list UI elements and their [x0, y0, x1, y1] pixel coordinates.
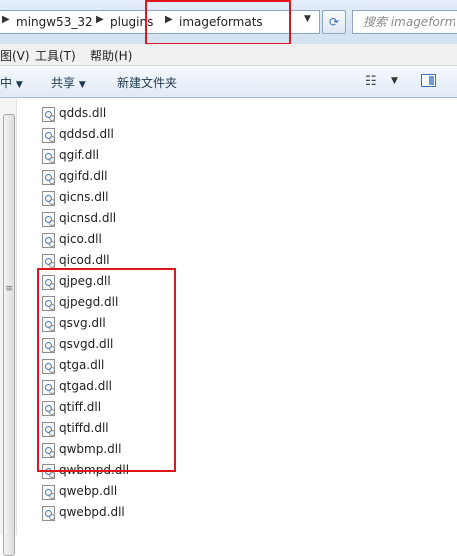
dll-file-icon [42, 233, 55, 248]
new-folder-button[interactable]: 新建文件夹 [117, 74, 177, 91]
share-button[interactable]: 共享 ▼ [51, 74, 86, 91]
list-item[interactable]: qgif.dll [42, 146, 172, 166]
file-name: qicnsd.dll [59, 211, 117, 225]
dll-file-icon [42, 506, 55, 521]
view-options-icon[interactable]: ☷ [365, 74, 377, 89]
dll-file-icon [42, 191, 55, 206]
file-name: qicod.dll [59, 253, 110, 267]
chevron-right-icon[interactable]: ▶ [2, 14, 10, 25]
list-item[interactable]: qgifd.dll [42, 167, 172, 187]
scrollbar-grip-icon: ≡ [5, 284, 13, 294]
menu-help[interactable]: 帮助(H) [90, 47, 132, 64]
file-name: qwebpd.dll [59, 505, 125, 519]
address-dropdown-icon[interactable]: ▼ [304, 14, 311, 24]
address-bar-area: ▶ mingw53_32 ▶ plugins ▶ imageformats ▼ … [0, 0, 457, 45]
dll-file-icon [42, 485, 55, 500]
menu-bar: 图(V) 工具(T) 帮助(H) [0, 44, 457, 66]
file-name: qddsd.dll [59, 127, 114, 141]
list-item[interactable]: qwebp.dll [42, 482, 172, 502]
vertical-scrollbar[interactable]: ≡ [0, 98, 17, 556]
list-item[interactable]: qdds.dll [42, 104, 172, 124]
organize-button[interactable]: 中 ▼ [0, 74, 23, 91]
dll-file-icon [42, 254, 55, 269]
refresh-icon: ⟳ [328, 15, 340, 29]
file-name: qico.dll [59, 232, 102, 246]
scrollbar-thumb[interactable]: ≡ [3, 114, 15, 556]
dll-file-icon [42, 170, 55, 185]
list-item[interactable]: qicnsd.dll [42, 209, 172, 229]
menu-view[interactable]: 图(V) [0, 47, 30, 64]
preview-pane-icon[interactable] [421, 74, 436, 87]
command-bar: 中 ▼ 共享 ▼ 新建文件夹 ☷ ▼ [0, 66, 457, 98]
share-label: 共享 [51, 76, 76, 90]
dll-file-icon [42, 149, 55, 164]
file-name: qdds.dll [59, 106, 107, 120]
file-name: qwebp.dll [59, 484, 118, 498]
breadcrumb-mingw53_32[interactable]: mingw53_32 [16, 15, 93, 29]
list-item[interactable]: qico.dll [42, 230, 172, 250]
dropdown-arrow-icon: ▼ [15, 80, 23, 90]
refresh-button[interactable]: ⟳ [322, 10, 346, 34]
dll-file-icon [42, 107, 55, 122]
dropdown-arrow-icon[interactable]: ▼ [391, 76, 398, 86]
list-item[interactable]: qwebpd.dll [42, 503, 172, 523]
list-item[interactable]: qicns.dll [42, 188, 172, 208]
highlight-box-path [145, 0, 291, 45]
search-box[interactable] [352, 10, 457, 34]
menu-tools[interactable]: 工具(T) [35, 47, 76, 64]
list-item[interactable]: qddsd.dll [42, 125, 172, 145]
search-input[interactable] [353, 11, 457, 33]
file-name: qgifd.dll [59, 169, 108, 183]
dll-file-icon [42, 128, 55, 143]
highlight-box-files [37, 268, 176, 472]
dll-file-icon [42, 212, 55, 227]
file-name: qgif.dll [59, 148, 100, 162]
dropdown-arrow-icon: ▼ [78, 80, 86, 90]
chevron-right-icon[interactable]: ▶ [96, 14, 104, 25]
file-name: qicns.dll [59, 190, 109, 204]
organize-label: 中 [0, 76, 13, 90]
